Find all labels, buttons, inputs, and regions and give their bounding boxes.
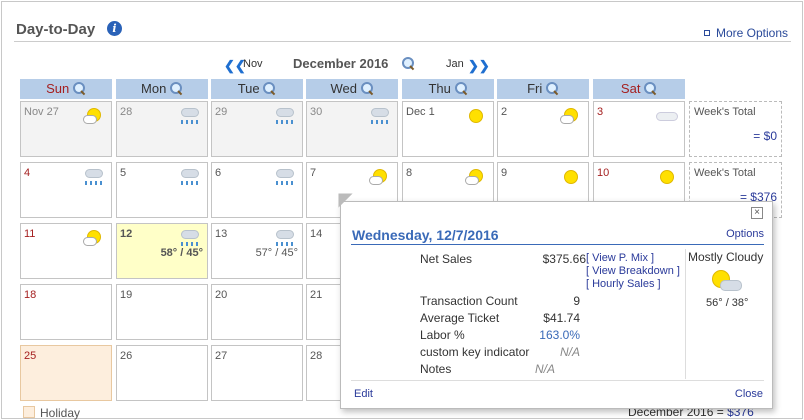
- day-header-thu[interactable]: Thu: [402, 79, 494, 99]
- search-icon[interactable]: [169, 82, 183, 95]
- rain-icon: [274, 167, 296, 187]
- partly-cloudy-icon: [560, 106, 582, 126]
- day-cell[interactable]: 13 57° / 45°: [211, 223, 303, 279]
- week-total: Week's Total = $0: [689, 101, 782, 157]
- day-cell[interactable]: Nov 27: [20, 101, 112, 157]
- hourly-sales-link[interactable]: [ Hourly Sales ]: [586, 278, 680, 291]
- next-month-icon[interactable]: ❯❯: [468, 58, 490, 74]
- day-detail-popup: × Wednesday, 12/7/2016 Options Net Sales…: [331, 186, 773, 409]
- net-sales-label: Net Sales: [420, 252, 473, 266]
- rain-icon: [179, 228, 201, 248]
- view-breakdown-link[interactable]: [ View Breakdown ]: [586, 265, 680, 278]
- weather-temps: 56° / 38°: [706, 297, 749, 309]
- day-header-fri[interactable]: Fri: [497, 79, 589, 99]
- next-month-link[interactable]: Jan: [446, 58, 464, 70]
- search-icon[interactable]: [72, 82, 86, 95]
- day-header-wed[interactable]: Wed: [306, 79, 398, 99]
- popup-title: Wednesday, 12/7/2016: [352, 227, 499, 243]
- transaction-count-label: Transaction Count: [420, 294, 518, 308]
- labor-label: Labor %: [420, 328, 465, 342]
- partly-cloudy-icon: [708, 268, 744, 294]
- day-cell[interactable]: 5: [116, 162, 208, 218]
- day-cell-today[interactable]: 12 58° / 45°: [116, 223, 208, 279]
- holiday-legend-swatch: [23, 406, 35, 418]
- search-icon[interactable]: [454, 82, 468, 95]
- day-cell[interactable]: 2: [497, 101, 589, 157]
- sunny-icon: [560, 167, 582, 187]
- rain-icon: [274, 106, 296, 126]
- day-header-sun[interactable]: Sun: [20, 79, 112, 99]
- notes-label: Notes: [420, 362, 452, 376]
- average-ticket-value: $41.74: [543, 311, 580, 325]
- day-header-tue[interactable]: Tue: [211, 79, 303, 99]
- info-icon[interactable]: i: [107, 21, 122, 36]
- rain-icon: [179, 167, 201, 187]
- popup-footer-rule: [351, 380, 764, 381]
- search-icon[interactable]: [263, 82, 276, 95]
- popup-divider: [685, 249, 686, 379]
- day-cell-holiday[interactable]: 25: [20, 345, 112, 401]
- rain-icon: [179, 106, 201, 126]
- day-cell[interactable]: 26: [116, 345, 208, 401]
- prev-month-link[interactable]: Nov: [243, 58, 263, 70]
- popup-options-link[interactable]: Options: [726, 228, 764, 240]
- custom-indicator-label: custom key indicator: [420, 345, 530, 359]
- notes-value: N/A: [534, 362, 555, 376]
- day-header-mon[interactable]: Mon: [116, 79, 208, 99]
- day-cell[interactable]: 28: [116, 101, 208, 157]
- close-icon[interactable]: ×: [751, 207, 763, 219]
- day-cell[interactable]: 4: [20, 162, 112, 218]
- day-cell[interactable]: 3: [593, 101, 685, 157]
- sunny-icon: [465, 106, 487, 126]
- popup-links: [ View P. Mix ] [ View Breakdown ] [ Hou…: [586, 252, 680, 291]
- square-icon: [703, 30, 710, 36]
- close-link[interactable]: Close: [735, 388, 763, 400]
- search-icon[interactable]: [545, 82, 559, 95]
- title-divider: [14, 41, 791, 42]
- more-options-label: More Options: [715, 26, 788, 40]
- rain-icon: [274, 228, 296, 248]
- view-pmix-link[interactable]: [ View P. Mix ]: [586, 252, 680, 265]
- day-header-sat[interactable]: Sat: [593, 79, 685, 99]
- month-search-icon[interactable]: [402, 57, 415, 70]
- day-cell[interactable]: 29: [211, 101, 303, 157]
- day-cell[interactable]: 11: [20, 223, 112, 279]
- cloudy-icon: [656, 106, 678, 126]
- custom-indicator-value: N/A: [559, 345, 580, 359]
- popup-title-rule: [351, 244, 764, 245]
- day-cell[interactable]: 18: [20, 284, 112, 340]
- labor-value[interactable]: 163.0%: [539, 328, 580, 342]
- partly-cloudy-icon: [83, 106, 105, 126]
- holiday-legend-label: Holiday: [40, 406, 81, 420]
- month-title: December 2016: [293, 56, 389, 71]
- sunny-icon: [656, 167, 678, 187]
- average-ticket-label: Average Ticket: [420, 311, 500, 325]
- search-icon[interactable]: [360, 82, 374, 95]
- partly-cloudy-icon: [465, 167, 487, 187]
- partly-cloudy-icon: [369, 167, 391, 187]
- rain-icon: [83, 167, 105, 187]
- edit-link[interactable]: Edit: [354, 388, 373, 400]
- more-options-link[interactable]: More Options: [703, 26, 788, 40]
- page-title: Day-to-Day: [16, 21, 96, 38]
- day-cell[interactable]: 30: [306, 101, 398, 157]
- weather-description: Mostly Cloudy: [688, 250, 764, 264]
- day-cell[interactable]: 20: [211, 284, 303, 340]
- day-cell[interactable]: 6: [211, 162, 303, 218]
- search-icon[interactable]: [644, 82, 657, 95]
- net-sales-value: $375.66: [542, 252, 586, 266]
- day-cell[interactable]: 19: [116, 284, 208, 340]
- day-cell[interactable]: Dec 1: [402, 101, 494, 157]
- transaction-count-value: 9: [573, 294, 580, 308]
- partly-cloudy-icon: [83, 228, 105, 248]
- rain-icon: [369, 106, 391, 126]
- day-cell[interactable]: 27: [211, 345, 303, 401]
